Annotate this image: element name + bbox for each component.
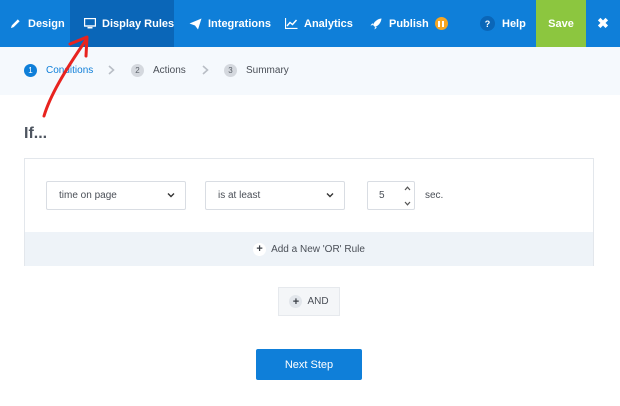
plus-icon: + [253, 242, 267, 256]
step-label: Conditions [46, 65, 94, 76]
nav-tab-label: Display Rules [102, 17, 175, 30]
nav-tab-publish[interactable]: Publish [369, 0, 462, 47]
nav-tab-label: Analytics [304, 17, 353, 30]
add-and-rule-button[interactable]: + AND [278, 287, 340, 316]
chevron-down-icon[interactable] [404, 201, 411, 206]
pencil-icon [8, 17, 22, 31]
close-icon[interactable]: ✖ [586, 0, 620, 47]
step-label: Actions [153, 65, 186, 76]
next-step-button[interactable]: Next Step [256, 349, 362, 380]
nav-tab-label: Integrations [208, 17, 271, 30]
input-value: 5 [379, 190, 385, 201]
chevron-right-icon [108, 64, 115, 78]
nav-tab-integrations[interactable]: Integrations [188, 0, 285, 47]
nav-tab-display-rules[interactable]: Display Rules [70, 0, 174, 47]
help-label: Help [502, 17, 526, 30]
rule-unit-label: sec. [425, 190, 444, 201]
chevron-down-icon [326, 191, 334, 199]
line-chart-icon [284, 17, 298, 31]
number-stepper[interactable] [401, 183, 413, 209]
rule-row: time on page is at least 5 sec. [25, 159, 593, 232]
rules-heading: If... [24, 125, 48, 142]
plus-icon: + [289, 295, 303, 308]
select-value: is at least [218, 190, 261, 201]
step-conditions[interactable]: 1 Conditions [24, 64, 93, 77]
nav-tab-label: Publish [389, 17, 429, 30]
step-label: Summary [246, 65, 289, 76]
chevron-up-icon[interactable] [404, 186, 411, 191]
step-number: 2 [131, 64, 144, 77]
rule-metric-select[interactable]: time on page [46, 181, 186, 210]
step-actions[interactable]: 2 Actions [131, 64, 186, 77]
question-icon: ? [480, 16, 495, 31]
chevron-right-icon [202, 64, 209, 78]
top-nav-bar: Design Display Rules Integrations Analyt… [0, 0, 620, 47]
step-summary[interactable]: 3 Summary [224, 64, 289, 77]
add-or-rule-button[interactable]: + Add a New 'OR' Rule [25, 232, 593, 266]
monitor-icon [84, 17, 96, 31]
save-button[interactable]: Save [536, 0, 586, 47]
help-button[interactable]: ? Help [480, 0, 540, 47]
rule-value-input[interactable]: 5 [367, 181, 415, 210]
nav-tab-design[interactable]: Design [8, 0, 79, 47]
nav-tab-label: Design [28, 17, 65, 30]
rule-operator-select[interactable]: is at least [205, 181, 345, 210]
nav-tab-analytics[interactable]: Analytics [284, 0, 367, 47]
step-progress-bar: 1 Conditions 2 Actions 3 Summary [0, 47, 620, 95]
rocket-icon [369, 17, 383, 31]
chevron-down-icon [167, 191, 175, 199]
and-label: AND [307, 296, 329, 307]
pause-icon [434, 17, 448, 30]
step-number: 1 [24, 64, 37, 77]
step-number: 3 [224, 64, 237, 77]
paper-plane-icon [188, 17, 202, 31]
select-value: time on page [59, 190, 117, 201]
rule-group: time on page is at least 5 sec. + Add a … [24, 158, 594, 266]
add-or-rule-label: Add a New 'OR' Rule [271, 243, 365, 255]
